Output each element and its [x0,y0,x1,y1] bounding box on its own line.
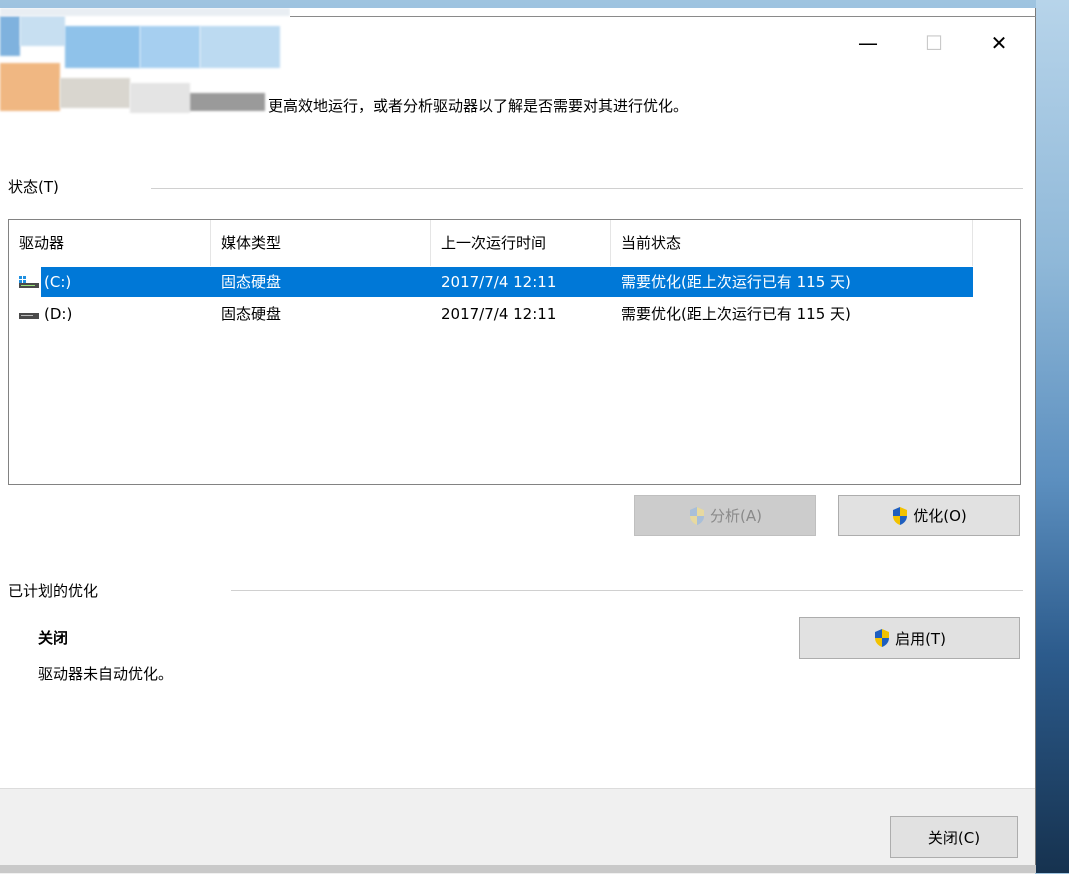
desktop-background [1036,0,1069,873]
column-header-current-status[interactable]: 当前状态 [611,220,973,266]
analyze-button-label: 分析(A) [710,507,762,525]
window-top-border [290,16,1036,17]
uac-shield-icon [690,506,705,525]
drive-list[interactable]: 驱动器 媒体类型 上一次运行时间 当前状态 (C:) 固态硬盘 2017/7/4… [8,219,1021,485]
system-drive-icon [19,276,39,288]
media-type: 固态硬盘 [221,305,282,323]
last-run-time: 2017/7/4 12:11 [441,305,557,323]
dialog-footer: 关闭(C) [0,788,1035,874]
close-window-button[interactable]: ✕ [976,26,1022,60]
close-dialog-button-label: 关闭(C) [927,828,981,847]
uac-shield-icon [893,506,908,525]
drive-name: (C:) [44,273,72,291]
drive-name: (D:) [44,305,73,323]
status-divider [151,188,1023,189]
minimize-button[interactable]: — [845,26,891,60]
drive-row-d[interactable]: (D:) 固态硬盘 2017/7/4 12:11 需要优化(距上次运行已有 11… [9,299,973,329]
status-section-label: 状态(T) [8,178,59,196]
current-status: 需要优化(距上次运行已有 115 天) [621,305,851,323]
column-header-drive[interactable]: 驱动器 [9,220,211,266]
enable-button-label: 启用(T) [895,629,946,648]
blurred-title-area [0,8,290,123]
uac-shield-icon [875,629,890,647]
taskbar-edge [0,865,1036,873]
schedule-state: 关闭 [38,629,69,647]
last-run-time: 2017/7/4 12:11 [441,273,557,291]
column-header-last-run[interactable]: 上一次运行时间 [431,220,611,266]
optimize-button-label: 优化(O) [913,507,967,525]
drive-list-header: 驱动器 媒体类型 上一次运行时间 当前状态 [9,220,973,266]
drive-row-c[interactable]: (C:) 固态硬盘 2017/7/4 12:11 需要优化(距上次运行已有 11… [9,267,973,297]
close-dialog-button[interactable]: 关闭(C) [890,816,1018,858]
column-header-media-type[interactable]: 媒体类型 [211,220,431,266]
enable-schedule-button[interactable]: 启用(T) [799,617,1020,659]
scheduled-divider [231,590,1023,591]
maximize-button[interactable]: ☐ [911,26,957,60]
optimize-button[interactable]: 优化(O) [838,495,1020,536]
current-status: 需要优化(距上次运行已有 115 天) [621,273,851,291]
media-type: 固态硬盘 [221,273,282,291]
description-text: 更高效地运行，或者分析驱动器以了解是否需要对其进行优化。 [268,97,689,115]
drive-icon [19,313,39,319]
analyze-button[interactable]: 分析(A) [634,495,816,536]
optimize-drives-window: — ☐ ✕ 更高效地运行，或者分析驱动器以了解是否需要对其进行优化。 状态(T)… [0,8,1036,874]
scheduled-section-label: 已计划的优化 [8,582,99,600]
schedule-detail: 驱动器未自动优化。 [38,665,174,683]
